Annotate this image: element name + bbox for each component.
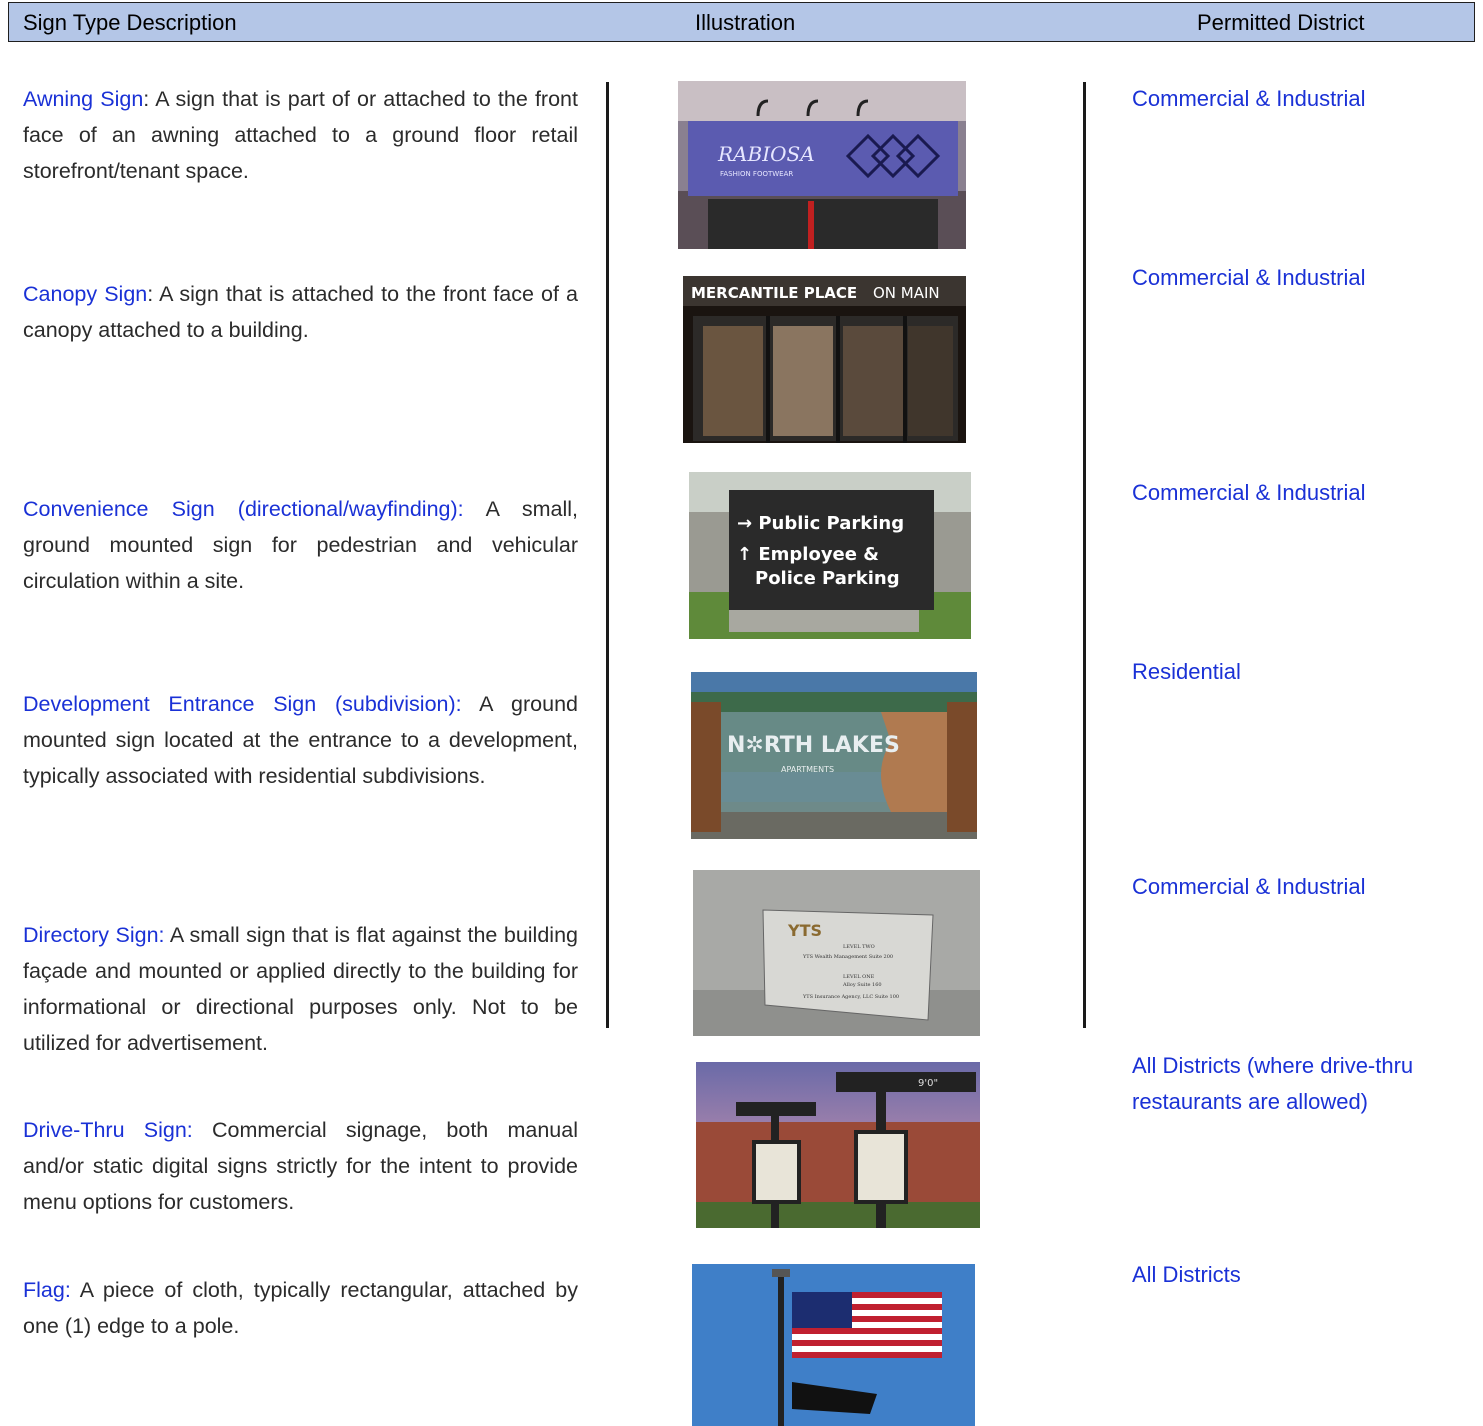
photo-text-rabiosa: RABIOSA: [717, 142, 815, 166]
term-awning-sign: Awning Sign: [23, 87, 144, 111]
description-flag: Flag: A piece of cloth, typically rectan…: [23, 1278, 578, 1338]
photo-directory-sign: YTS LEVEL TWO YTS Wealth Management Suit…: [693, 870, 980, 1036]
district-drive-thru-sign: All Districts (where drive-thru restaura…: [1132, 1053, 1414, 1114]
header-permitted-district: Permitted District: [1197, 10, 1365, 35]
description-drive-thru-sign: Drive-Thru Sign: Commercial signage, bot…: [23, 1118, 578, 1214]
photo-text-yts-wealth: YTS Wealth Management Suite 200: [802, 954, 893, 960]
district-convenience-sign: Commercial & Industrial: [1132, 480, 1366, 505]
photo-text-yts-insurance: YTS Insurance Agency, LLC Suite 100: [802, 994, 899, 1000]
header-illustration: Illustration: [695, 10, 796, 35]
photo-text-level-two: LEVEL TWO: [843, 944, 875, 950]
photo-text-apartments: APARTMENTS: [781, 765, 834, 774]
description-development-entrance-sign: Development Entrance Sign (subdivision):…: [23, 692, 578, 788]
photo-text-alloy: Alloy Suite 160: [842, 982, 882, 988]
photo-text-clearance: 9'0": [918, 1078, 938, 1089]
term-canopy-sign: Canopy Sign: [23, 282, 148, 306]
photo-drive-thru-sign: 9'0": [696, 1062, 980, 1228]
description-convenience-sign: Convenience Sign (directional/wayfinding…: [23, 497, 578, 593]
district-awning-sign: Commercial & Industrial: [1132, 86, 1366, 111]
photo-text-yts: YTS: [787, 921, 822, 940]
column-divider-left: [606, 82, 609, 1028]
photo-text-mercantile: MERCANTILE PLACE: [691, 284, 857, 302]
photo-text-level-one: LEVEL ONE: [843, 974, 875, 980]
photo-convenience-sign: → Public Parking ↑ Employee & Police Par…: [689, 472, 971, 639]
description-canopy-sign: Canopy Sign: A sign that is attached to …: [23, 282, 578, 342]
district-development-entrance-sign: Residential: [1132, 659, 1241, 684]
description-awning-sign: Awning Sign: A sign that is part of or a…: [23, 87, 578, 183]
photo-awning-sign: RABIOSA FASHION FOOTWEAR: [678, 81, 966, 249]
photo-text-on-main: ON MAIN: [873, 284, 940, 302]
photo-text-public-parking: → Public Parking: [737, 513, 904, 534]
district-flag: All Districts: [1132, 1262, 1241, 1287]
photo-flag: [692, 1264, 975, 1426]
table-header: Sign Type Description Illustration Permi…: [8, 2, 1475, 42]
photo-text-fashion-footwear: FASHION FOOTWEAR: [720, 170, 793, 178]
term-convenience-sign: Convenience Sign (directional/wayfinding…: [23, 497, 464, 521]
photo-text-employee: ↑ Employee &: [737, 544, 879, 565]
photo-canopy-sign: MERCANTILE PLACE ON MAIN: [683, 276, 966, 443]
term-directory-sign: Directory Sign:: [23, 923, 165, 947]
column-divider-right: [1083, 82, 1086, 1028]
photo-text-police-parking: Police Parking: [755, 568, 900, 589]
photo-text-north-lakes: N✲RTH LAKES: [727, 733, 900, 758]
term-flag: Flag:: [23, 1278, 71, 1302]
term-drive-thru-sign: Drive-Thru Sign:: [23, 1118, 193, 1142]
description-directory-sign: Directory Sign: A small sign that is fla…: [23, 923, 578, 1055]
photo-development-entrance-sign: N✲RTH LAKES APARTMENTS: [691, 672, 977, 839]
term-development-entrance-sign: Development Entrance Sign (subdivision):: [23, 692, 462, 716]
district-directory-sign: Commercial & Industrial: [1132, 874, 1366, 899]
header-sign-type: Sign Type Description: [23, 10, 237, 35]
district-canopy-sign: Commercial & Industrial: [1132, 265, 1366, 290]
